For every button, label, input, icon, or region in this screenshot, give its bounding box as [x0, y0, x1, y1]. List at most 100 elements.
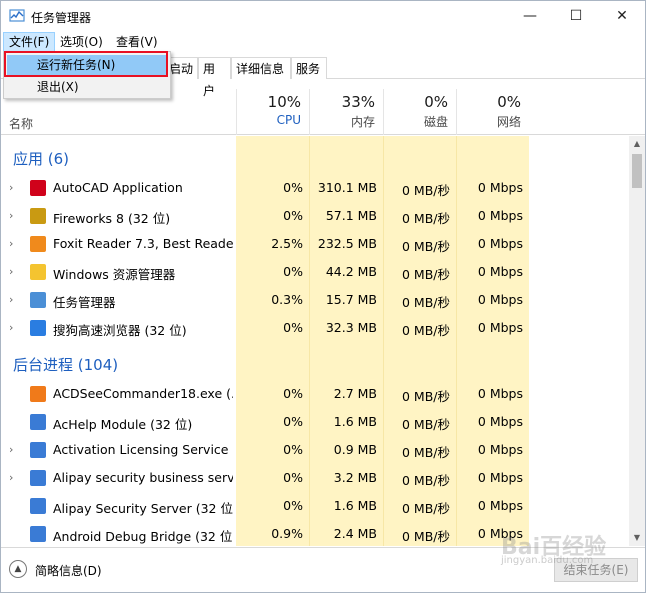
service-gear-icon [30, 442, 46, 458]
vertical-scrollbar[interactable]: ▲ ▼ [629, 136, 645, 546]
group-background: 后台进程 (104) [13, 356, 119, 374]
cpu-value: 0.3% [271, 292, 303, 307]
tab-users[interactable]: 用户 [198, 57, 231, 98]
process-list: 应用 (6) 后台进程 (104) › AutoCAD Application 0%… [1, 136, 629, 546]
network-value: 0 Mbps [477, 498, 523, 513]
chevron-right-icon[interactable]: › [9, 209, 13, 222]
fewer-details-link[interactable]: 简略信息(D) [35, 562, 102, 579]
title-bar: 任务管理器 — ☐ ✕ [1, 1, 645, 31]
network-total: 0% [497, 93, 521, 111]
close-button[interactable]: ✕ [599, 1, 645, 31]
memory-label: 内存 [350, 115, 375, 129]
app-window-icon [30, 414, 46, 430]
chevron-right-icon[interactable]: › [9, 181, 13, 194]
process-row[interactable]: › Activation Licensing Service 0% 0.9 MB 0 M… [1, 436, 529, 464]
process-row[interactable]: AcHelp Module (32 位) 0% 1.6 MB 0 MB/秒 0 Mbps [1, 408, 529, 436]
task-manager-window: 任务管理器 — ☐ ✕ 文件(F) 选项(O) 查看(V) 启动 用户 详细信息… [0, 0, 646, 593]
process-row[interactable]: › Foxit Reader 7.3, Best Reade... 2.5% 232.… [1, 230, 529, 258]
chevron-up-icon[interactable]: ▲ [9, 560, 27, 578]
process-row[interactable]: › 任务管理器 0.3% 15.7 MB 0 MB/秒 0 Mbps [1, 286, 529, 314]
cpu-value: 0% [283, 498, 303, 513]
process-row[interactable]: › Alipay security business servi... 0% 3.2 … [1, 464, 529, 492]
app-window-icon [30, 526, 46, 542]
menu-options[interactable]: 选项(O) [55, 32, 108, 52]
memory-value: 2.4 MB [333, 526, 377, 541]
maximize-button[interactable]: ☐ [553, 1, 599, 31]
cpu-value: 0% [283, 414, 303, 429]
process-name: Alipay security business servi... [53, 470, 233, 485]
memory-value: 3.2 MB [333, 470, 377, 485]
column-network[interactable]: 0% 网络 [456, 89, 529, 135]
disk-value: 0 MB/秒 [402, 211, 450, 226]
memory-value: 232.5 MB [317, 236, 377, 251]
network-value: 0 Mbps [477, 442, 523, 457]
network-value: 0 Mbps [477, 386, 523, 401]
tab-details[interactable]: 详细信息 [231, 57, 291, 79]
process-name: AutoCAD Application [53, 180, 183, 195]
memory-value: 32.3 MB [325, 320, 377, 335]
disk-value: 0 MB/秒 [402, 295, 450, 310]
network-label: 网络 [496, 115, 521, 129]
process-name: Foxit Reader 7.3, Best Reade... [53, 236, 233, 251]
column-disk[interactable]: 0% 磁盘 [383, 89, 456, 135]
menu-file[interactable]: 文件(F) [3, 32, 56, 52]
process-name: Alipay Security Server (32 位) [53, 501, 233, 516]
column-memory[interactable]: 33% 内存 [309, 89, 383, 135]
chevron-right-icon[interactable]: › [9, 471, 13, 484]
disk-value: 0 MB/秒 [402, 501, 450, 516]
menu-view[interactable]: 查看(V) [111, 32, 163, 52]
minimize-button[interactable]: — [507, 1, 553, 31]
memory-value: 15.7 MB [325, 292, 377, 307]
baidu-watermark-url: jingyan.baidu.com [501, 555, 594, 566]
chevron-right-icon[interactable]: › [9, 443, 13, 456]
memory-value: 1.6 MB [333, 498, 377, 513]
process-row[interactable]: › Windows 资源管理器 0% 44.2 MB 0 MB/秒 0 Mbps [1, 258, 529, 286]
menu-exit[interactable]: 退出(X) [7, 77, 167, 97]
network-value: 0 Mbps [477, 180, 523, 195]
app-window-icon [30, 470, 46, 486]
network-value: 0 Mbps [477, 470, 523, 485]
process-name: 任务管理器 [53, 295, 116, 310]
disk-value: 0 MB/秒 [402, 239, 450, 254]
folder-icon [30, 264, 46, 280]
disk-value: 0 MB/秒 [402, 267, 450, 282]
column-name[interactable]: 名称 [9, 115, 33, 132]
disk-value: 0 MB/秒 [402, 445, 450, 460]
network-value: 0 Mbps [477, 292, 523, 307]
menu-bar: 文件(F) 选项(O) 查看(V) [1, 31, 645, 53]
window-title: 任务管理器 [31, 11, 92, 25]
process-row[interactable]: Android Debug Bridge (32 位) 0.9% 2.4 MB 0 M… [1, 520, 529, 546]
cpu-value: 0% [283, 470, 303, 485]
scroll-up-arrow-icon[interactable]: ▲ [629, 136, 645, 152]
network-value: 0 Mbps [477, 264, 523, 279]
tab-services[interactable]: 服务 [291, 57, 327, 79]
column-cpu[interactable]: 10% CPU [236, 89, 309, 135]
memory-value: 2.7 MB [333, 386, 377, 401]
app-window-icon [30, 498, 46, 514]
cpu-value: 0% [283, 264, 303, 279]
chevron-right-icon[interactable]: › [9, 293, 13, 306]
autocad-icon [30, 180, 46, 196]
fireworks-icon [30, 208, 46, 224]
process-row[interactable]: Alipay Security Server (32 位) 0% 1.6 MB 0 M… [1, 492, 529, 520]
process-row[interactable]: › AutoCAD Application 0% 310.1 MB 0 MB/秒 0 Mb… [1, 174, 529, 202]
taskmgr-icon [30, 292, 46, 308]
process-name: Android Debug Bridge (32 位) [53, 529, 233, 544]
foxit-icon [30, 236, 46, 252]
process-row[interactable]: › Fireworks 8 (32 位) 0% 57.1 MB 0 MB/秒 0 Mbps [1, 202, 529, 230]
chevron-right-icon[interactable]: › [9, 237, 13, 250]
memory-value: 44.2 MB [325, 264, 377, 279]
scroll-down-arrow-icon[interactable]: ▼ [629, 530, 645, 546]
memory-total: 33% [341, 93, 375, 111]
chevron-right-icon[interactable]: › [9, 265, 13, 278]
chevron-right-icon[interactable]: › [9, 321, 13, 334]
process-row[interactable]: ACDSeeCommander18.exe (... 0% 2.7 MB 0 MB/秒… [1, 380, 529, 408]
process-row[interactable]: › 搜狗高速浏览器 (32 位) 0% 32.3 MB 0 MB/秒 0 Mbps [1, 314, 529, 342]
annotation-highlight-box [4, 51, 168, 77]
disk-value: 0 MB/秒 [402, 529, 450, 544]
scroll-thumb[interactable] [632, 154, 642, 188]
network-value: 0 Mbps [477, 236, 523, 251]
process-name: Activation Licensing Service [53, 442, 229, 457]
process-name: AcHelp Module (32 位) [53, 417, 193, 432]
cpu-value: 0% [283, 320, 303, 335]
